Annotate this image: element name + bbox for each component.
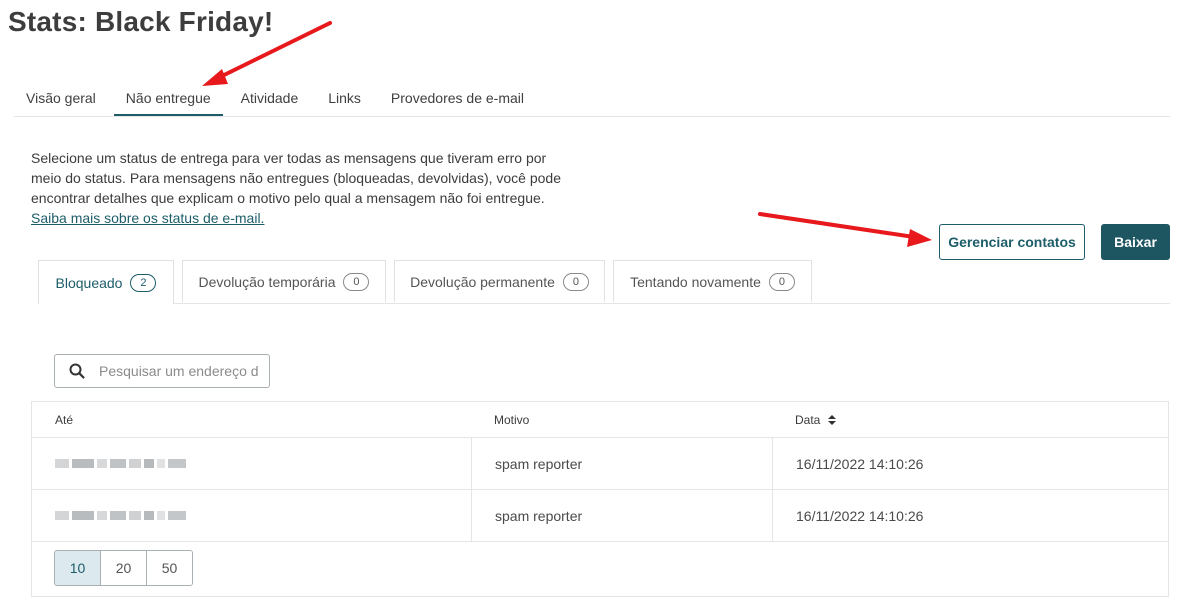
status-tab-blocked[interactable]: Bloqueado 2 [38, 260, 174, 304]
cell-reason: spam reporter [471, 490, 772, 541]
count-badge: 0 [768, 272, 795, 291]
table-row[interactable]: spam reporter 16/11/2022 14:10:26 [32, 438, 1168, 490]
page-size-selector: 10 20 50 [54, 550, 193, 586]
column-header-reason: Motivo [494, 412, 530, 427]
cell-date: 16/11/2022 14:10:26 [772, 490, 1168, 541]
cell-to [32, 438, 471, 489]
cell-to [32, 490, 471, 541]
count-badge: 0 [562, 272, 589, 291]
redacted-email [55, 511, 186, 520]
status-tab-label: Bloqueado [55, 274, 123, 291]
search-icon [69, 363, 85, 379]
cell-reason: spam reporter [471, 438, 772, 489]
description: Selecione um status de entrega para ver … [31, 148, 561, 228]
table-header: Até Motivo Data [32, 402, 1168, 438]
manage-contacts-button[interactable]: Gerenciar contatos [939, 224, 1085, 260]
column-header-date-label: Data [795, 412, 821, 427]
table-row[interactable]: spam reporter 16/11/2022 14:10:26 [32, 490, 1168, 542]
sort-icon[interactable] [828, 414, 837, 425]
count-badge: 0 [343, 272, 370, 291]
cell-date: 16/11/2022 14:10:26 [772, 438, 1168, 489]
learn-more-link[interactable]: Saiba mais sobre os status de e-mail. [31, 210, 264, 226]
download-button[interactable]: Baixar [1101, 224, 1170, 260]
status-tab-label: Tentando novamente [630, 273, 761, 290]
tab-links[interactable]: Links [316, 80, 373, 116]
annotation-arrow-button [758, 212, 932, 247]
page-size-20[interactable]: 20 [100, 551, 146, 585]
status-tabs: Bloqueado 2 Devolução temporária 0 Devol… [38, 260, 1170, 304]
description-text: Selecione um status de entrega para ver … [31, 150, 562, 206]
status-tab-soft-bounce[interactable]: Devolução temporária 0 [182, 260, 386, 302]
status-tab-hard-bounce[interactable]: Devolução permanente 0 [394, 260, 605, 302]
page-size-50[interactable]: 50 [146, 551, 192, 585]
column-header-date[interactable]: Data [772, 402, 1168, 437]
count-badge: 2 [130, 273, 157, 292]
main-tabs: Visão geral Não entregue Atividade Links… [14, 80, 1170, 117]
page-size-10[interactable]: 10 [55, 551, 100, 585]
status-tab-retrying[interactable]: Tentando novamente 0 [613, 260, 812, 302]
status-tab-label: Devolução temporária [198, 273, 336, 290]
search-input[interactable] [97, 362, 261, 380]
tab-not-delivered[interactable]: Não entregue [113, 80, 223, 116]
tab-email-providers[interactable]: Provedores de e-mail [379, 80, 536, 116]
page-title: Stats: Black Friday! [8, 6, 274, 37]
column-header-to: Até [55, 412, 74, 427]
messages-table: Até Motivo Data spam reporter 16/11/2022… [31, 401, 1169, 597]
status-tab-label: Devolução permanente [410, 273, 555, 290]
search-box[interactable] [54, 354, 270, 388]
tab-overview[interactable]: Visão geral [14, 80, 108, 116]
redacted-email [55, 459, 186, 468]
tab-activity[interactable]: Atividade [229, 80, 311, 116]
